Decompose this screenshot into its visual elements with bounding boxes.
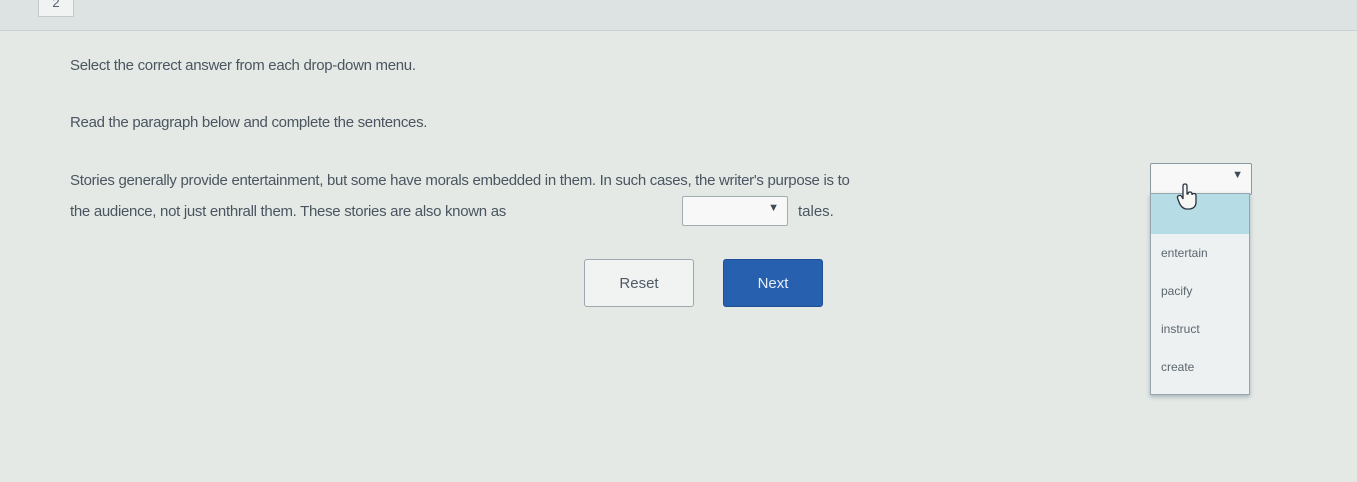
dropdown-option-blank[interactable] (1151, 194, 1249, 234)
chevron-down-icon: ▼ (1232, 169, 1243, 181)
dropdown-option-entertain[interactable]: entertain (1151, 234, 1249, 272)
paragraph-line-2-end: tales. (798, 203, 834, 220)
instruction-select-answer: Select the correct answer from each drop… (70, 57, 416, 74)
dropdown-option-pacify[interactable]: pacify (1151, 272, 1249, 310)
reset-button[interactable]: Reset (584, 259, 694, 307)
hand-pointer-icon (1176, 183, 1197, 210)
tale-type-dropdown[interactable]: ▼ (682, 196, 788, 226)
purpose-dropdown-options: entertain pacify instruct create (1150, 193, 1250, 395)
question-number: 2 (38, 0, 74, 17)
next-button[interactable]: Next (723, 259, 823, 307)
paragraph-line-2: the audience, not just enthrall them. Th… (70, 203, 506, 220)
instruction-read-paragraph: Read the paragraph below and complete th… (70, 114, 428, 131)
purpose-dropdown[interactable]: ▼ (1150, 163, 1252, 195)
dropdown-option-instruct[interactable]: instruct (1151, 310, 1249, 348)
top-bar: 2 (0, 0, 1357, 31)
dropdown-option-create[interactable]: create (1151, 348, 1249, 386)
paragraph-line-1: Stories generally provide entertainment,… (70, 172, 850, 189)
chevron-down-icon: ▼ (768, 202, 779, 214)
